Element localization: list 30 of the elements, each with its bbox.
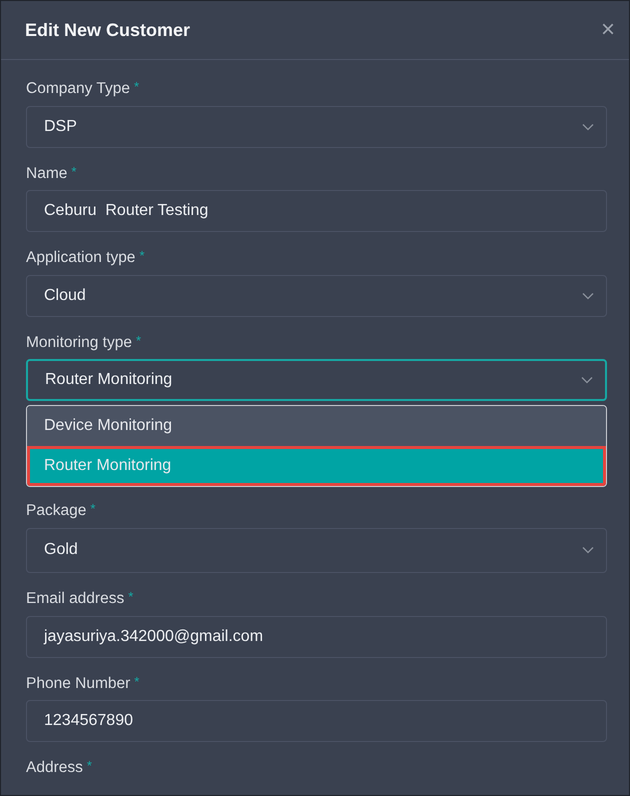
field-label: Email address <box>26 590 124 609</box>
input-field[interactable]: jayasuriya.342000@gmail.com <box>26 616 607 658</box>
select-field[interactable]: Router Monitoring <box>26 359 607 402</box>
field-label: Name <box>26 164 68 184</box>
required-mark: * <box>134 80 140 93</box>
required-mark: * <box>134 674 140 688</box>
required-mark: * <box>128 590 134 603</box>
select-field[interactable]: Gold <box>26 528 607 573</box>
field-label: Package <box>26 502 86 521</box>
required-mark: * <box>86 759 92 772</box>
chevron-down-icon <box>582 292 594 300</box>
required-mark: * <box>90 502 96 516</box>
chevron-down-icon <box>582 546 594 554</box>
chevron-down-icon <box>581 376 593 384</box>
input-field[interactable]: Ceburu Router Testing <box>26 190 607 232</box>
dropdown-option[interactable]: Device Monitoring <box>27 406 606 446</box>
field-label: Monitoring type <box>26 334 132 352</box>
required-mark: * <box>71 164 76 178</box>
required-mark: * <box>139 249 144 262</box>
field-label: Company Type <box>26 80 130 99</box>
select-field[interactable]: DSP <box>26 106 607 148</box>
field-label: Address <box>26 759 83 778</box>
close-button[interactable]: × <box>600 18 615 42</box>
select-field[interactable]: Cloud <box>26 274 607 317</box>
dialog-title: Edit New Customer <box>25 18 190 42</box>
field-label: Application type <box>26 249 136 268</box>
required-mark: * <box>136 334 142 347</box>
chevron-down-icon <box>582 122 594 131</box>
input-field[interactable]: 1234567890 <box>26 700 607 742</box>
field-label: Phone Number <box>26 674 130 694</box>
